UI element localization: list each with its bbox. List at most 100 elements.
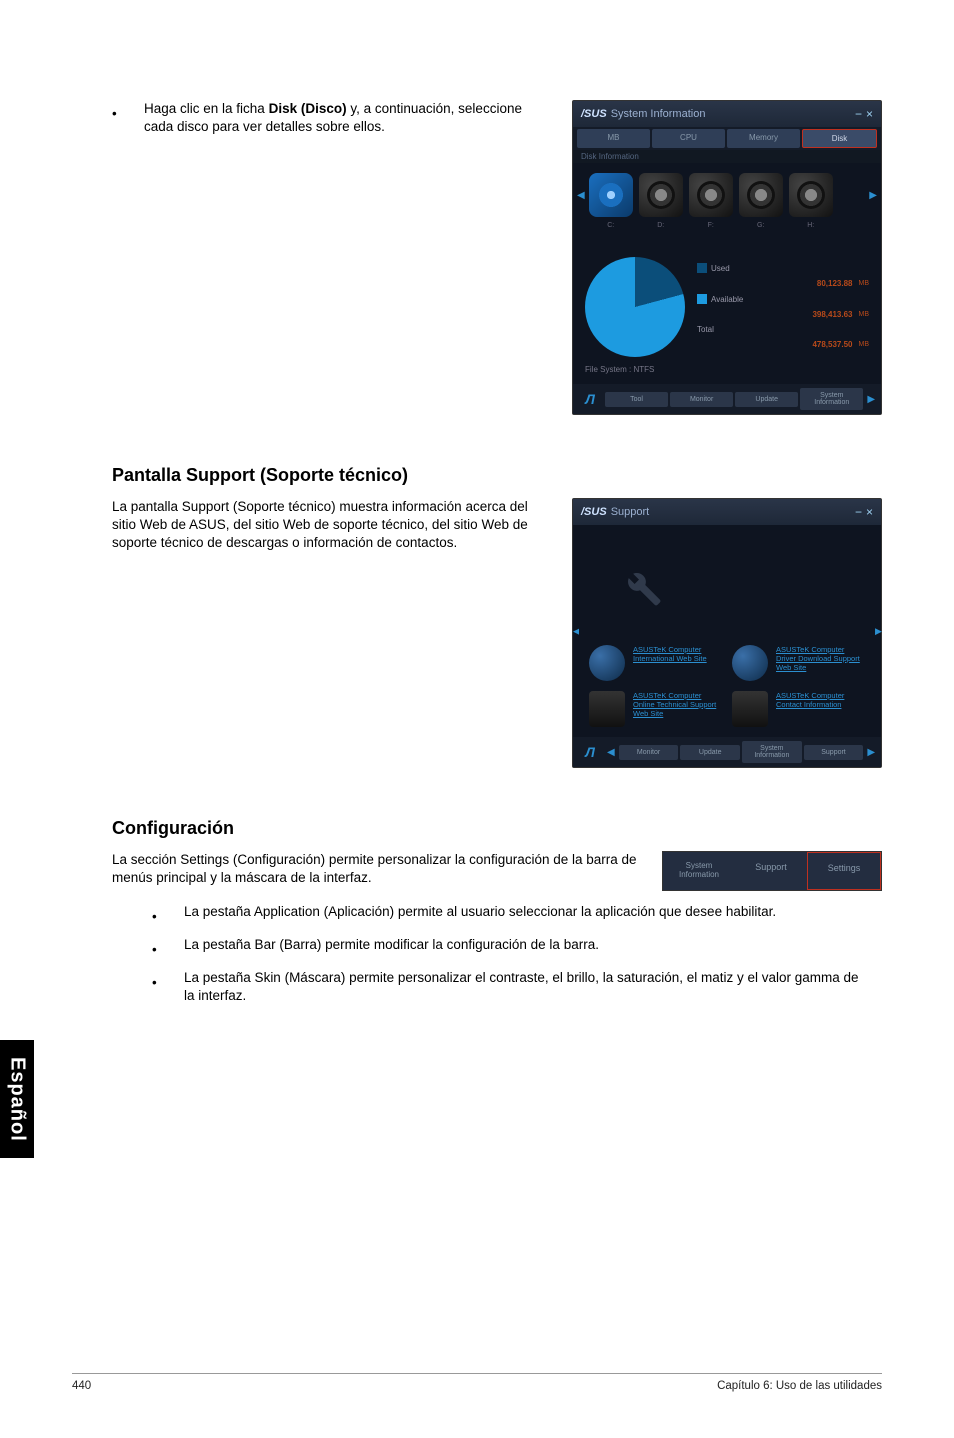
window-titlebar: /SUS System Information − × <box>573 101 881 127</box>
settings-tab-sysinfo[interactable]: System Information <box>663 852 735 890</box>
intro-bold: Disk (Disco) <box>269 101 347 116</box>
globe-icon <box>732 645 768 681</box>
config-bullet: • La pestaña Skin (Máscara) permite pers… <box>152 969 882 1005</box>
drive-icon[interactable] <box>689 173 733 217</box>
footer-right-arrow-icon[interactable]: ▶ <box>865 394 877 405</box>
total-value: 478,537.50 <box>812 340 852 349</box>
footer-tab-monitor[interactable]: Monitor <box>619 745 679 760</box>
config-bullet: • La pestaña Application (Aplicación) pe… <box>152 903 882 926</box>
footer-logo-icon[interactable]: Л <box>577 744 603 760</box>
tab-disk[interactable]: Disk <box>802 129 877 148</box>
tab-mb[interactable]: MB <box>577 129 650 148</box>
chapter-label: Capítulo 6: Uso de las utilidades <box>717 1380 882 1392</box>
total-label: Total <box>697 325 714 334</box>
minimize-icon[interactable]: − <box>855 505 862 519</box>
wrench-icon <box>609 555 669 615</box>
drive-icon[interactable] <box>789 173 833 217</box>
support-heading: Pantalla Support (Soporte técnico) <box>112 465 882 486</box>
globe-icon <box>589 645 625 681</box>
carousel-right-icon[interactable]: ▶ <box>869 190 877 201</box>
footer-tab-update[interactable]: Update <box>680 745 740 760</box>
drive-icon[interactable] <box>739 173 783 217</box>
window-footer-nav: Л ◀ Monitor Update System Information Su… <box>573 737 881 767</box>
legend-total: Total <box>697 325 869 334</box>
drive-label: F: <box>689 222 733 229</box>
footer-logo-icon[interactable]: Л <box>577 391 603 407</box>
used-unit: MB <box>859 280 870 287</box>
legend-used: Used <box>697 263 869 273</box>
window-title: Support <box>611 506 650 518</box>
intro-pre: Haga clic en la ficha <box>144 101 269 116</box>
carousel-left-icon[interactable]: ◀ <box>577 190 585 201</box>
filesystem-line: File System : NTFS <box>573 365 881 384</box>
support-link-text: ASUSTeK Computer International Web Site <box>633 645 722 663</box>
footer-right-arrow-icon[interactable]: ▶ <box>865 747 877 758</box>
config-bullet-text: La pestaña Application (Aplicación) perm… <box>184 903 882 926</box>
footer-left-arrow-icon[interactable]: ◀ <box>605 747 617 758</box>
disk-carousel: ◀ C: D: F: G: H: ▶ <box>573 163 881 227</box>
support-link-item[interactable]: ASUSTeK Computer Contact Information <box>732 691 865 727</box>
document-icon <box>589 691 625 727</box>
bullet-dot-icon: • <box>112 100 116 136</box>
support-link-item[interactable]: ASUSTeK Computer Online Technical Suppor… <box>589 691 722 727</box>
carousel-right-icon[interactable]: ▶ <box>875 525 881 737</box>
disk-usage-block: Used 80,123.88MB Available 398,413.63MB … <box>573 241 881 365</box>
disk-pie-chart <box>585 257 685 357</box>
close-icon[interactable]: × <box>866 505 873 519</box>
intro-bullet: • Haga clic en la ficha Disk (Disco) y, … <box>112 100 552 136</box>
drive-icon[interactable] <box>589 173 633 217</box>
swatch-used-icon <box>697 263 707 273</box>
settings-tab-line2: Information <box>667 871 731 880</box>
brand-logo: /SUS <box>581 108 607 120</box>
legend-available: Available <box>697 294 869 304</box>
avail-label: Available <box>711 295 743 304</box>
tab-cpu[interactable]: CPU <box>652 129 725 148</box>
support-link-text: ASUSTeK Computer Online Technical Suppor… <box>633 691 722 718</box>
bullet-dot-icon: • <box>152 903 156 926</box>
drive-label: H: <box>789 222 833 229</box>
support-links-grid: ASUSTeK Computer International Web Site … <box>579 635 875 737</box>
settings-tabs-strip: System Information Support Settings <box>662 851 882 891</box>
swatch-avail-icon <box>697 294 707 304</box>
footer-tab-tool[interactable]: Tool <box>605 392 668 407</box>
bullet-dot-icon: • <box>152 969 156 1005</box>
drive-icon[interactable] <box>639 173 683 217</box>
used-label: Used <box>711 264 730 273</box>
brand-logo: /SUS <box>581 506 607 518</box>
support-link-text: ASUSTeK Computer Driver Download Support… <box>776 645 865 672</box>
support-link-item[interactable]: ASUSTeK Computer International Web Site <box>589 645 722 681</box>
config-bullet-text: La pestaña Bar (Barra) permite modificar… <box>184 936 882 959</box>
contact-icon <box>732 691 768 727</box>
support-link-item[interactable]: ASUSTeK Computer Driver Download Support… <box>732 645 865 681</box>
settings-tab-settings[interactable]: Settings <box>807 852 881 890</box>
footer-tab-update[interactable]: Update <box>735 392 798 407</box>
config-paragraph: La sección Settings (Configuración) perm… <box>112 851 642 887</box>
support-window: /SUS Support − × ◀ <box>572 498 882 768</box>
footer-tab-sysinfo[interactable]: System Information <box>742 741 802 763</box>
config-heading: Configuración <box>112 818 882 839</box>
footer-tab-monitor[interactable]: Monitor <box>670 392 733 407</box>
tab-memory[interactable]: Memory <box>727 129 800 148</box>
drive-label: C: <box>589 222 633 229</box>
drive-label: D: <box>639 222 683 229</box>
footer-tab-support[interactable]: Support <box>804 745 864 760</box>
support-hero <box>579 525 875 635</box>
avail-value: 398,413.63 <box>812 310 852 319</box>
page-footer: 440 Capítulo 6: Uso de las utilidades <box>72 1373 882 1392</box>
config-bullet: • La pestaña Bar (Barra) permite modific… <box>152 936 882 959</box>
used-value: 80,123.88 <box>817 279 853 288</box>
footer-tab-sysinfo[interactable]: System Information <box>800 388 863 410</box>
close-icon[interactable]: × <box>866 107 873 121</box>
drive-label: G: <box>739 222 783 229</box>
disk-info-subheader: Disk Information <box>573 150 881 163</box>
support-link-text: ASUSTeK Computer Contact Information <box>776 691 865 709</box>
minimize-icon[interactable]: − <box>855 107 862 121</box>
window-footer-nav: Л Tool Monitor Update System Information… <box>573 384 881 414</box>
config-bullet-text: La pestaña Skin (Máscara) permite person… <box>184 969 882 1005</box>
system-info-window: /SUS System Information − × MB CPU Memor… <box>572 100 882 415</box>
window-title: System Information <box>611 108 706 120</box>
support-paragraph: La pantalla Support (Soporte técnico) mu… <box>112 498 552 553</box>
total-unit: MB <box>859 341 870 348</box>
settings-tab-support[interactable]: Support <box>735 852 807 890</box>
intro-bullet-text: Haga clic en la ficha Disk (Disco) y, a … <box>144 100 552 136</box>
